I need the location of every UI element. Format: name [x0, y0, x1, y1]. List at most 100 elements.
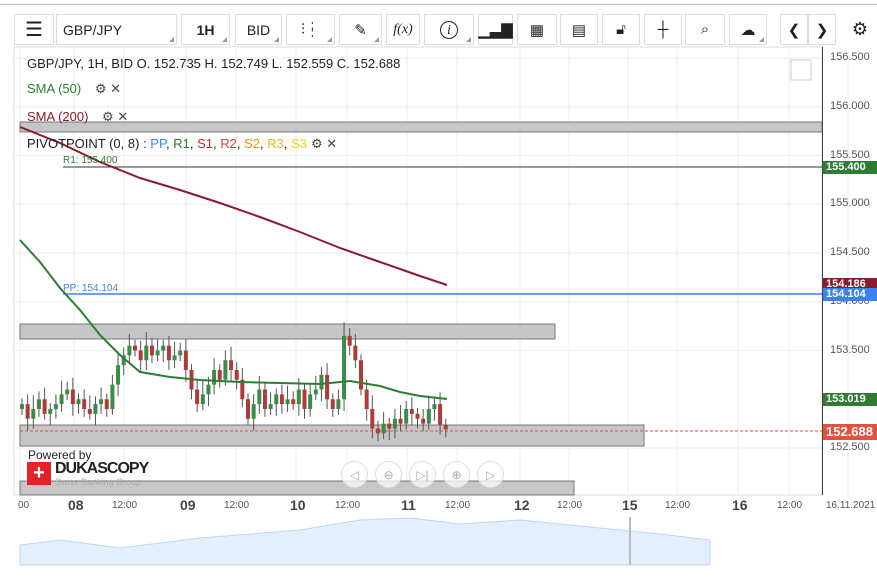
logo-subtitle: Swiss Banking Group	[55, 477, 142, 487]
candle-body	[274, 394, 279, 405]
zoom-in-button[interactable]: ⊕	[443, 461, 470, 488]
skip-end-icon: ▷|	[416, 467, 429, 482]
candle-body	[246, 399, 250, 419]
gear-icon[interactable]: ⚙	[95, 81, 107, 96]
price-tick: 152.500	[830, 441, 870, 453]
r1-label: R1: 155.400	[63, 155, 118, 166]
time-tick: 12:00	[112, 500, 138, 511]
time-tick: 12:00	[335, 500, 361, 511]
candle-body	[421, 418, 426, 424]
candle-body	[438, 404, 443, 425]
candle-body	[262, 389, 267, 409]
zone-rect	[19, 323, 556, 340]
candle-body	[116, 365, 121, 385]
candle-body	[302, 389, 307, 409]
pp-tag: 154.104	[823, 288, 877, 301]
candle-body	[336, 399, 341, 409]
candle-body	[251, 404, 256, 419]
scroll-right-button[interactable]: ▷	[477, 461, 504, 488]
zoom-out-button[interactable]: ⊖	[375, 461, 402, 488]
candle-body	[25, 404, 30, 419]
candle-body	[409, 409, 414, 414]
candle-body	[404, 409, 409, 424]
time-tick: 16	[732, 497, 748, 513]
close-icon[interactable]: ✕	[326, 136, 337, 151]
navigator-handle[interactable]	[629, 517, 631, 565]
pivot-sep: :	[139, 136, 151, 151]
candle-body	[178, 350, 183, 356]
candle-body	[82, 399, 87, 409]
sma200-label: SMA (200)	[27, 109, 89, 124]
candle-body	[87, 409, 92, 414]
pivot-item: S3	[291, 136, 307, 151]
candle-body	[443, 424, 448, 430]
candle-body	[70, 389, 75, 405]
time-tick: 15	[622, 497, 638, 513]
gear-icon[interactable]: ⚙	[102, 109, 114, 124]
price-tick: 155.500	[830, 148, 870, 161]
close-icon[interactable]: ✕	[110, 81, 121, 96]
scroll-left-button[interactable]: ◁	[341, 461, 368, 488]
candle-body	[195, 389, 200, 405]
candle-body	[93, 404, 98, 414]
candle-body	[172, 355, 177, 361]
time-tick: 12:00	[557, 500, 583, 511]
candle-body	[392, 418, 397, 429]
candle-body	[99, 399, 104, 405]
zoom-out-icon: ⊖	[383, 467, 394, 482]
candle-body	[381, 423, 386, 434]
pivot-item: R3	[267, 136, 284, 151]
candle-body	[308, 394, 313, 409]
zoom-in-icon: ⊕	[451, 467, 462, 482]
candle-body	[268, 404, 273, 409]
candle-body	[291, 399, 296, 405]
candle-body	[342, 335, 347, 400]
candle-body	[319, 374, 324, 390]
candle-body	[42, 399, 47, 414]
r1-tag: 155.400	[823, 161, 877, 174]
candle-body	[133, 345, 137, 351]
triangle-right-icon: ▷	[485, 467, 496, 482]
time-tick: 16.11.2021	[826, 500, 876, 511]
pivot-item: R2	[220, 136, 237, 151]
triangle-left-icon: ◁	[349, 467, 360, 482]
popout-button[interactable]	[790, 59, 812, 81]
sma50-legend: SMA (50) ⚙ ✕	[27, 81, 121, 97]
sma50-label: SMA (50)	[27, 81, 82, 96]
ohlc-legend: GBP/JPY, 1H, BID O. 152.735 H. 152.749 L…	[27, 56, 401, 71]
candle-body	[359, 360, 363, 390]
price-chart[interactable]	[0, 0, 877, 579]
time-tick: 00	[18, 500, 30, 511]
time-tick: 12	[514, 497, 530, 513]
candle-body	[279, 394, 284, 405]
candle-body	[138, 350, 143, 361]
candle-body	[36, 399, 41, 409]
candle-body	[370, 409, 375, 429]
logo-text: DUKASCOPY	[55, 460, 149, 477]
candle-body	[285, 399, 290, 405]
comma: ,	[189, 136, 198, 151]
candle-body	[353, 345, 358, 361]
candle-body	[347, 335, 352, 346]
go-to-end-button[interactable]: ▷|	[409, 461, 436, 488]
candle-body	[76, 399, 81, 405]
last-price-tag: 152.688	[823, 424, 877, 440]
candle-body	[325, 374, 330, 400]
time-tick: 09	[180, 497, 196, 513]
pivot-item: S1	[197, 136, 213, 151]
candle-body	[313, 389, 318, 395]
candle-body	[166, 345, 171, 361]
swiss-cross-icon: +	[27, 462, 51, 485]
time-tick: 12:00	[777, 500, 803, 511]
candle-body	[110, 384, 115, 409]
pivot-label: PIVOTPOINT (0, 8)	[27, 136, 140, 151]
zone-rect	[19, 121, 823, 133]
price-tick: 154.500	[830, 246, 870, 258]
candle-body	[183, 350, 188, 370]
close-icon[interactable]: ✕	[117, 109, 128, 124]
pivot-item: R1	[173, 136, 190, 151]
gear-icon[interactable]: ⚙	[311, 136, 323, 151]
candle-body	[20, 404, 24, 409]
candle-body	[432, 404, 437, 409]
candle-body	[296, 389, 301, 405]
